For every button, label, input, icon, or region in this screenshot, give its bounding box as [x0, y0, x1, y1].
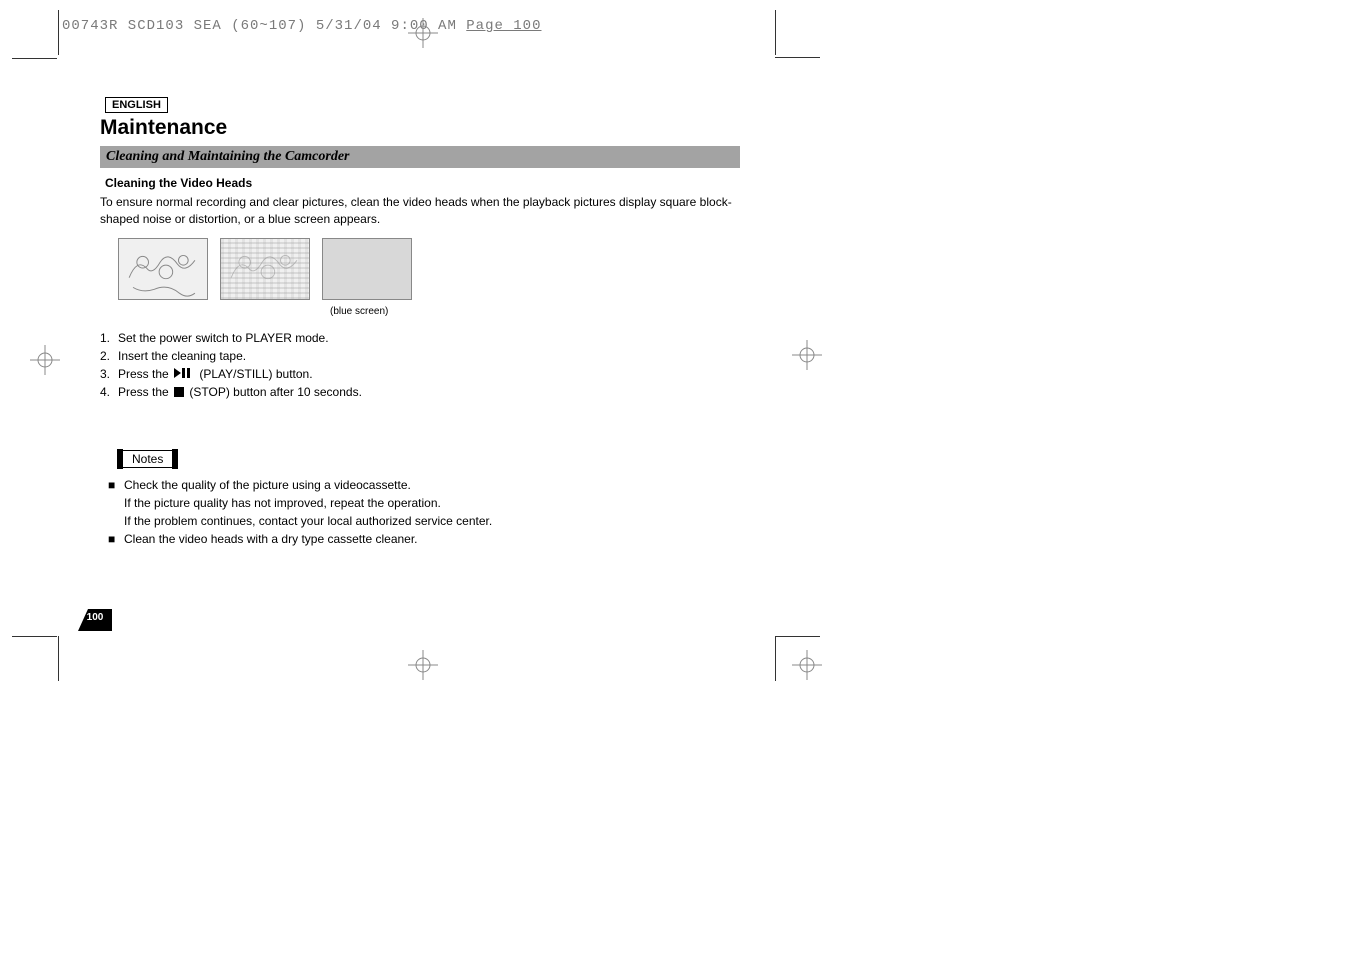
step-text-after: (PLAY/STILL) button.: [199, 367, 312, 381]
prepress-header: 00743R SCD103 SEA (60~107) 5/31/04 9:00 …: [62, 18, 541, 34]
section-heading: Cleaning and Maintaining the Camcorder: [100, 146, 740, 168]
subheading: Cleaning the Video Heads: [105, 176, 740, 190]
registration-mark-icon: [408, 650, 438, 680]
notes-list: ■ Check the quality of the picture using…: [108, 476, 740, 548]
notes-heading: Notes: [118, 450, 177, 468]
step-text-before: Press the: [118, 367, 172, 381]
bullet-icon: ■: [108, 476, 124, 530]
header-page: Page 100: [466, 18, 541, 34]
notes-label: Notes: [132, 452, 163, 466]
bullet-icon: ■: [108, 530, 124, 548]
note-line: Check the quality of the picture using a…: [124, 478, 411, 492]
crop-mark: [775, 636, 776, 681]
step-text: Insert the cleaning tape.: [118, 347, 246, 365]
note-item: ■ Clean the video heads with a dry type …: [108, 530, 740, 548]
crop-mark: [775, 636, 820, 637]
crop-mark: [775, 57, 820, 58]
page-title: Maintenance: [100, 116, 740, 140]
note-item: ■ Check the quality of the picture using…: [108, 476, 740, 530]
note-line: If the problem continues, contact your l…: [124, 514, 492, 528]
note-line: Clean the video heads with a dry type ca…: [124, 530, 418, 548]
example-image-noise: [220, 238, 310, 300]
step-item: 3. Press the (PLAY/STILL) button.: [100, 365, 740, 384]
play-still-icon: [174, 365, 194, 383]
steps-list: 1. Set the power switch to PLAYER mode. …: [100, 329, 740, 403]
step-item: 2. Insert the cleaning tape.: [100, 347, 740, 365]
registration-mark-icon: [792, 650, 822, 680]
language-label: ENGLISH: [105, 97, 168, 113]
step-item: 1. Set the power switch to PLAYER mode.: [100, 329, 740, 347]
page-content: ENGLISH Maintenance Cleaning and Maintai…: [100, 95, 740, 548]
header-prefix: 00743R SCD103 SEA (60~107) 5/31/04 9:00 …: [62, 18, 466, 34]
step-text-before: Press the: [118, 385, 172, 399]
stop-icon: [174, 384, 184, 402]
intro-text: To ensure normal recording and clear pic…: [100, 194, 740, 228]
step-text-after: (STOP) button after 10 seconds.: [189, 385, 362, 399]
note-line: If the picture quality has not improved,…: [124, 496, 441, 510]
crop-mark: [12, 636, 57, 637]
step-number: 3.: [100, 365, 118, 384]
step-item: 4. Press the (STOP) button after 10 seco…: [100, 383, 740, 402]
step-text: Set the power switch to PLAYER mode.: [118, 329, 329, 347]
example-image-blue-screen: [322, 238, 412, 300]
page-number-badge: 100: [78, 609, 112, 631]
step-number: 1.: [100, 329, 118, 347]
registration-mark-icon: [408, 18, 438, 48]
registration-mark-icon: [792, 340, 822, 370]
page-number: 100: [78, 612, 112, 623]
crop-mark: [58, 636, 59, 681]
blue-screen-caption: (blue screen): [330, 306, 740, 317]
example-images-row: [118, 238, 740, 300]
step-number: 2.: [100, 347, 118, 365]
crop-mark: [58, 10, 59, 55]
registration-mark-icon: [30, 345, 60, 375]
crop-mark: [775, 10, 776, 55]
crop-mark: [12, 58, 57, 59]
example-image-clean: [118, 238, 208, 300]
step-number: 4.: [100, 383, 118, 402]
